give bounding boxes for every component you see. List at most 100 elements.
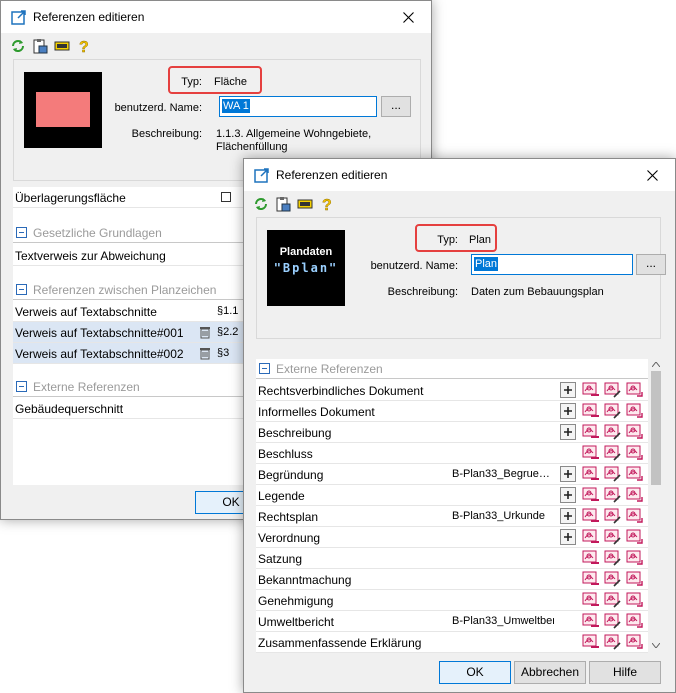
add-reference-button[interactable] (560, 382, 576, 398)
link-edit-button[interactable] (604, 634, 622, 650)
link-open-button[interactable] (626, 445, 644, 461)
ext-row[interactable]: Informelles Dokument (256, 401, 648, 422)
help-button[interactable]: ? (75, 37, 93, 55)
row-overlay[interactable]: Überlagerungsfläche (13, 187, 245, 208)
link-remove-button[interactable] (582, 613, 600, 629)
category-externe[interactable]: Externe Referenzen (13, 377, 245, 397)
add-reference-button[interactable] (560, 529, 576, 545)
link-edit-button[interactable] (604, 403, 622, 419)
add-reference-button[interactable] (560, 508, 576, 524)
category-gesetzliche[interactable]: Gesetzliche Grundlagen (13, 223, 245, 243)
collapse-icon[interactable] (16, 284, 27, 295)
link-remove-button[interactable] (582, 508, 600, 524)
link-open-button[interactable] (626, 529, 644, 545)
link-edit-button[interactable] (604, 529, 622, 545)
link-edit-button[interactable] (604, 592, 622, 608)
overlay-checkbox[interactable] (221, 192, 231, 202)
link-open-button[interactable] (626, 403, 644, 419)
ext-row[interactable]: Rechtsplan B-Plan33_Urkunde (256, 506, 648, 527)
scroll-thumb[interactable] (651, 371, 661, 485)
name-input[interactable]: Plan (471, 254, 633, 275)
ext-row[interactable]: Begründung B-Plan33_Begrue… (256, 464, 648, 485)
tag-button[interactable] (296, 195, 314, 213)
link-edit-button[interactable] (604, 508, 622, 524)
link-edit-button[interactable] (604, 424, 622, 440)
link-open-button[interactable] (626, 550, 644, 566)
link-remove-button[interactable] (582, 592, 600, 608)
ok-button[interactable]: OK (439, 661, 511, 684)
property-grid[interactable]: Externe Referenzen Rechtsverbindliches D… (256, 359, 648, 653)
clipboard-button[interactable] (31, 37, 49, 55)
add-reference-button[interactable] (560, 466, 576, 482)
link-remove-button[interactable] (582, 550, 600, 566)
link-open-button[interactable] (626, 592, 644, 608)
row-gebaeude[interactable]: Gebäudequerschnitt (13, 398, 245, 419)
link-open-button[interactable] (626, 634, 644, 650)
trash-icon[interactable] (199, 346, 211, 360)
property-grid[interactable]: Überlagerungsfläche Gesetzliche Grundlag… (13, 187, 245, 485)
link-remove-button[interactable] (582, 424, 600, 440)
ext-row[interactable]: Satzung (256, 548, 648, 569)
ext-row[interactable]: Zusammenfassende Erklärung (256, 632, 648, 653)
category-zwischen[interactable]: Referenzen zwischen Planzeichen (13, 280, 245, 300)
ext-row[interactable]: Legende (256, 485, 648, 506)
collapse-icon[interactable] (16, 227, 27, 238)
link-open-button[interactable] (626, 424, 644, 440)
ext-row[interactable]: Umweltbericht B-Plan33_Umweltberi… (256, 611, 648, 632)
close-button[interactable] (385, 1, 431, 33)
trash-icon[interactable] (199, 325, 211, 339)
link-open-button[interactable] (626, 487, 644, 503)
add-reference-button[interactable] (560, 424, 576, 440)
ext-row[interactable]: Genehmigung (256, 590, 648, 611)
link-edit-button[interactable] (604, 466, 622, 482)
desc-value: Daten zum Bebauungsplan (471, 286, 604, 298)
browse-button[interactable]: ... (381, 96, 411, 117)
collapse-icon[interactable] (259, 363, 270, 374)
link-remove-button[interactable] (582, 403, 600, 419)
link-remove-button[interactable] (582, 571, 600, 587)
row-verweis-0[interactable]: Verweis auf Textabschnitte §1.1 (13, 301, 245, 322)
row-verweis-2[interactable]: Verweis auf Textabschnitte#002 §3 (13, 343, 245, 364)
add-reference-button[interactable] (560, 403, 576, 419)
cancel-button[interactable]: Abbrechen (514, 661, 586, 684)
link-remove-button[interactable] (582, 445, 600, 461)
link-remove-button[interactable] (582, 466, 600, 482)
clipboard-button[interactable] (274, 195, 292, 213)
link-edit-button[interactable] (604, 613, 622, 629)
link-open-button[interactable] (626, 571, 644, 587)
link-edit-button[interactable] (604, 550, 622, 566)
help-button[interactable]: ? (318, 195, 336, 213)
browse-button[interactable]: ... (636, 254, 666, 275)
link-edit-button[interactable] (604, 382, 622, 398)
refresh-button[interactable] (252, 195, 270, 213)
name-input[interactable]: WA 1 (219, 96, 377, 117)
link-remove-button[interactable] (582, 529, 600, 545)
close-button[interactable] (629, 159, 675, 191)
link-edit-button[interactable] (604, 571, 622, 587)
vertical-scrollbar[interactable] (648, 359, 664, 653)
link-remove-button[interactable] (582, 487, 600, 503)
scroll-down-icon[interactable] (652, 643, 660, 648)
row-verweis-1[interactable]: Verweis auf Textabschnitte#001 §2.2 (13, 322, 245, 343)
ext-row[interactable]: Verordnung (256, 527, 648, 548)
link-remove-button[interactable] (582, 382, 600, 398)
refresh-button[interactable] (9, 37, 27, 55)
link-open-button[interactable] (626, 382, 644, 398)
row-textverweis[interactable]: Textverweis zur Abweichung (13, 245, 245, 266)
help-button-footer[interactable]: Hilfe (589, 661, 661, 684)
link-edit-button[interactable] (604, 487, 622, 503)
link-open-button[interactable] (626, 613, 644, 629)
link-remove-button[interactable] (582, 634, 600, 650)
category-externe[interactable]: Externe Referenzen (256, 359, 648, 379)
ext-row[interactable]: Beschluss (256, 443, 648, 464)
ext-row[interactable]: Bekanntmachung (256, 569, 648, 590)
link-open-button[interactable] (626, 466, 644, 482)
link-open-button[interactable] (626, 508, 644, 524)
add-reference-button[interactable] (560, 487, 576, 503)
link-edit-button[interactable] (604, 445, 622, 461)
tag-button[interactable] (53, 37, 71, 55)
ext-row[interactable]: Rechtsverbindliches Dokument (256, 380, 648, 401)
collapse-icon[interactable] (16, 381, 27, 392)
ext-row[interactable]: Beschreibung (256, 422, 648, 443)
scroll-up-icon[interactable] (652, 362, 660, 367)
